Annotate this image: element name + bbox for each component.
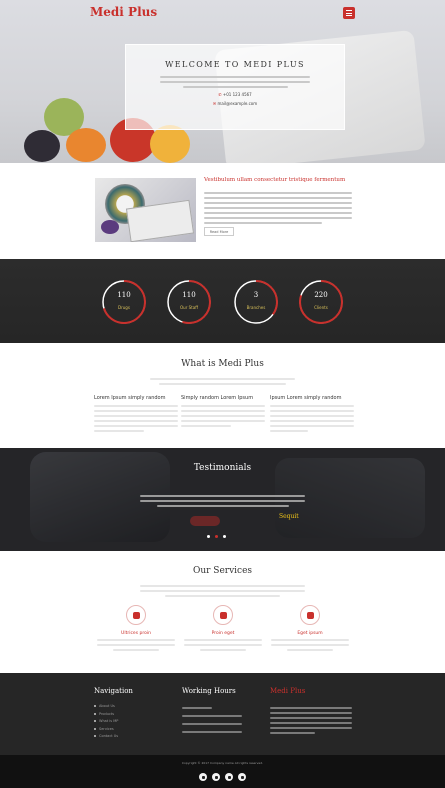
column-heading: Ipsum Lorem simply random	[270, 395, 342, 401]
fruit-image	[24, 130, 60, 162]
counter-label: Clients	[314, 305, 328, 310]
section-title: Our Services	[192, 566, 253, 576]
carousel-dot[interactable]	[215, 535, 218, 538]
menu-toggle-button[interactable]	[343, 7, 355, 19]
counter-value: 3	[253, 291, 259, 299]
feature-title: Vestibulum ullam consectetur tristique f…	[204, 177, 346, 183]
info-column: Lorem Ipsum simply random	[94, 395, 178, 435]
counter-ring	[299, 280, 343, 324]
footer-about-title: Medi Plus	[270, 687, 306, 695]
fruit-image	[66, 128, 106, 162]
what-is-section: What is Medi Plus Lorem Ipsum simply ran…	[0, 343, 445, 448]
service-heading: Proin eget	[211, 631, 235, 636]
counter-ring	[234, 280, 278, 324]
counter-staff: 110 Our Staff	[166, 279, 212, 325]
carousel-dots	[207, 535, 237, 539]
hero-subtitle	[160, 76, 310, 88]
counters-section: 110 Drugs 110 Our Staff 3 Branches 220 C…	[0, 259, 445, 343]
counter-branches: 3 Branches	[233, 279, 279, 325]
ambulance-icon	[300, 605, 320, 625]
carousel-dot[interactable]	[207, 535, 210, 538]
counter-label: Drugs	[118, 305, 130, 310]
google-plus-icon[interactable]	[225, 773, 233, 781]
mail-icon: ✉	[212, 101, 217, 106]
footer-nav-item[interactable]: Services	[94, 727, 118, 735]
testimonials-section: Testimonials Sequit	[0, 448, 445, 551]
hero-email[interactable]: ✉ mail@example.com	[126, 101, 344, 106]
counter-drugs: 110 Drugs	[101, 279, 147, 325]
section-intro	[140, 582, 305, 600]
pills-product-image	[95, 178, 196, 242]
service-item[interactable]: Eget ipsum	[268, 605, 352, 654]
column-heading: Simply random Lorem Ipsum	[181, 395, 254, 401]
service-item[interactable]: Ultrices proin	[94, 605, 178, 654]
counter-ring	[102, 280, 146, 324]
fruit-image	[150, 125, 190, 163]
read-more-button[interactable]: Read More	[204, 227, 234, 236]
hero-title: WELCOME TO MEDI PLUS	[165, 60, 305, 69]
section-title: What is Medi Plus	[181, 359, 264, 369]
footer-nav-item[interactable]: What is MP	[94, 719, 118, 727]
footer-nav-item[interactable]: Contact Us	[94, 734, 118, 742]
counter-ring	[167, 280, 211, 324]
services-section: Our Services Ultrices proin Proin eget E…	[0, 551, 445, 673]
service-item[interactable]: Proin eget	[181, 605, 265, 654]
service-heading: Ultrices proin	[121, 631, 151, 636]
footer-nav-item[interactable]: About Us	[94, 704, 118, 712]
service-heading: Eget ipsum	[297, 631, 323, 636]
hero-phone: ✆ +01 123 4567	[218, 92, 252, 97]
brand-logo[interactable]: Medi Plus	[90, 5, 157, 19]
counter-value: 110	[182, 291, 196, 299]
linkedin-icon[interactable]	[238, 773, 246, 781]
working-hours-text	[182, 704, 242, 736]
hero-banner: Medi Plus WELCOME TO MEDI PLUS ✆ +01 123…	[0, 0, 445, 163]
facebook-icon[interactable]	[199, 773, 207, 781]
testimonial-author: Sequit	[279, 513, 299, 520]
carousel-dot[interactable]	[223, 535, 226, 538]
feature-section: Vestibulum ullam consectetur tristique f…	[0, 163, 445, 259]
counter-label: Branches	[246, 305, 266, 310]
section-intro	[150, 375, 295, 388]
footer-hours-title: Working Hours	[182, 687, 236, 695]
copyright-text: Copyright © 2017 Company name All rights…	[181, 761, 264, 765]
footer-nav: About Us Products What is MP Services Co…	[94, 704, 118, 742]
info-column: Ipsum Lorem simply random	[270, 395, 354, 435]
phone-icon: ✆	[218, 92, 222, 97]
counter-value: 110	[117, 291, 131, 299]
footer-nav-title: Navigation	[94, 687, 133, 695]
medical-kit-icon	[213, 605, 233, 625]
section-title: Testimonials	[193, 463, 252, 473]
counter-label: Our Staff	[180, 305, 198, 310]
footer-nav-item[interactable]: Products	[94, 712, 118, 720]
testimonial-quote	[140, 492, 305, 510]
counter-clients: 220 Clients	[298, 279, 344, 325]
column-heading: Lorem Ipsum simply random	[94, 395, 166, 401]
info-column: Simply random Lorem Ipsum	[181, 395, 265, 430]
counter-value: 220	[314, 291, 328, 299]
welcome-box: WELCOME TO MEDI PLUS ✆ +01 123 4567 ✉ ma…	[125, 44, 345, 130]
bottom-bar: Copyright © 2017 Company name All rights…	[0, 755, 445, 788]
footer: Navigation About Us Products What is MP …	[0, 673, 445, 755]
feature-text	[204, 189, 352, 227]
user-doctor-icon	[126, 605, 146, 625]
twitter-icon[interactable]	[212, 773, 220, 781]
footer-about-text	[270, 704, 352, 737]
